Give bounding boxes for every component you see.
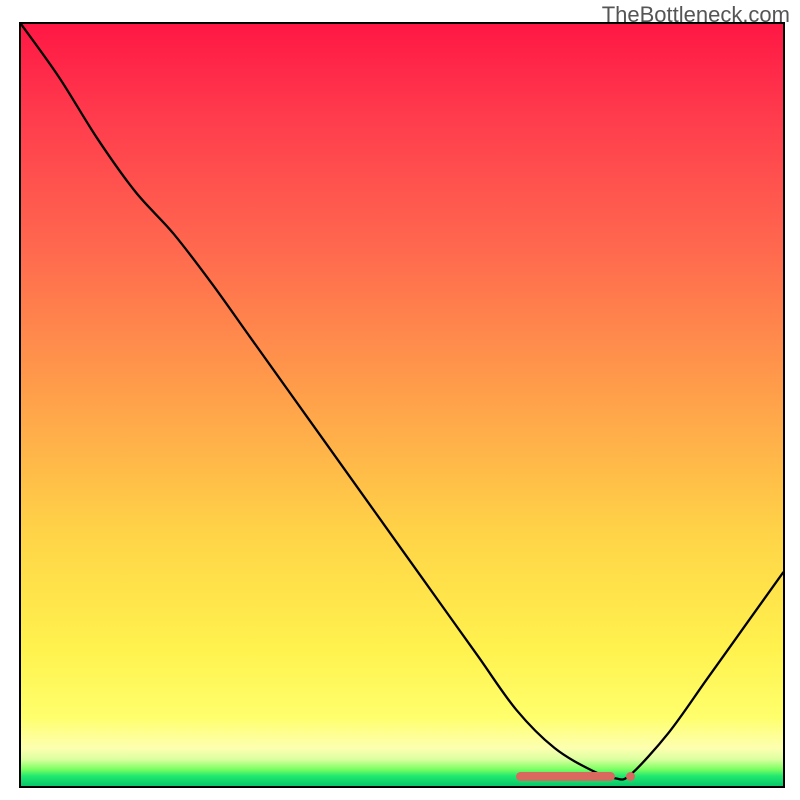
chart-canvas: TheBottleneck.com <box>0 0 800 800</box>
bottleneck-curve <box>21 24 783 786</box>
optimal-range-marker <box>516 772 615 781</box>
plot-area <box>21 24 783 786</box>
